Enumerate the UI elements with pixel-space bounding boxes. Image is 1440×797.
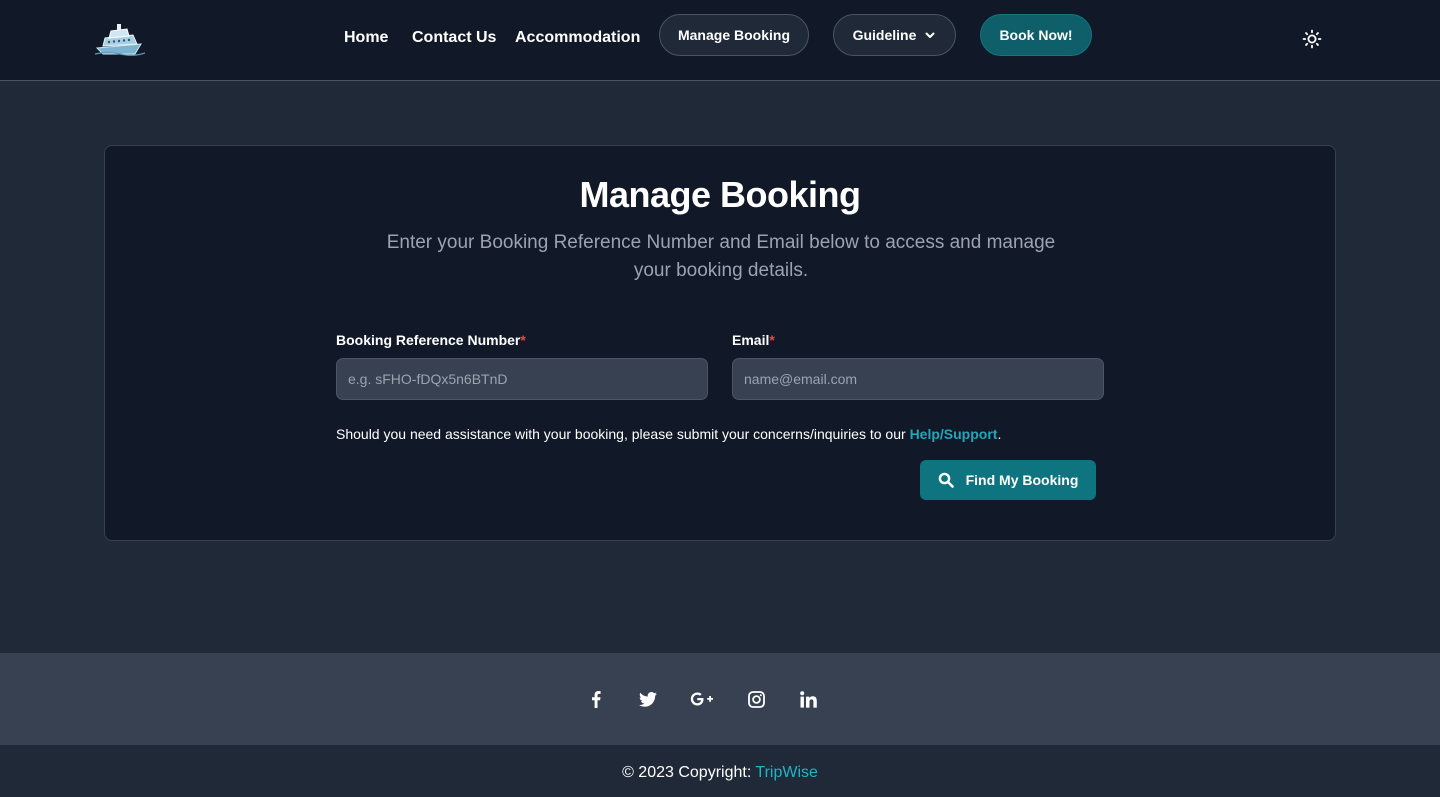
page-subtitle: Enter your Booking Reference Number and … bbox=[386, 232, 1056, 281]
facebook-icon[interactable] bbox=[583, 686, 609, 712]
required-marker: * bbox=[520, 332, 526, 348]
help-text: Should you need assistance with your boo… bbox=[336, 426, 1001, 442]
help-support-link[interactable]: Help/Support bbox=[910, 426, 998, 442]
find-my-booking-label: Find My Booking bbox=[965, 472, 1079, 488]
twitter-icon[interactable] bbox=[635, 686, 661, 712]
manage-booking-button[interactable]: Manage Booking bbox=[659, 14, 809, 56]
cruise-ship-icon[interactable] bbox=[95, 22, 145, 56]
email-label-text: Email bbox=[732, 332, 770, 348]
google-plus-icon[interactable] bbox=[689, 686, 715, 712]
manage-booking-card: Manage Booking Enter your Booking Refere… bbox=[104, 145, 1336, 541]
book-now-label: Book Now! bbox=[999, 27, 1073, 43]
help-text-body: Should you need assistance with your boo… bbox=[336, 426, 910, 442]
social-links-bar bbox=[0, 653, 1440, 745]
chevron-down-icon bbox=[925, 32, 935, 38]
help-text-end: . bbox=[997, 426, 1002, 442]
guideline-dropdown[interactable]: Guideline bbox=[833, 14, 956, 56]
booking-reference-label-text: Booking Reference Number bbox=[336, 332, 521, 348]
copyright-prefix: © 2023 Copyright: bbox=[622, 764, 756, 781]
nav-link-accommodation[interactable]: Accommodation bbox=[515, 29, 640, 47]
manage-booking-label: Manage Booking bbox=[677, 27, 790, 43]
copyright-text: © 2023 Copyright: TripWise bbox=[0, 764, 1440, 782]
page-title: Manage Booking bbox=[579, 174, 861, 215]
copyright-bar: © 2023 Copyright: TripWise bbox=[0, 745, 1440, 797]
find-my-booking-button[interactable]: Find My Booking bbox=[920, 460, 1096, 500]
nav-link-contact-us[interactable]: Contact Us bbox=[412, 29, 496, 47]
linkedin-icon[interactable] bbox=[795, 686, 821, 712]
required-marker: * bbox=[769, 332, 775, 348]
search-icon bbox=[938, 472, 954, 488]
navbar: Home Contact Us Accommodation Manage Boo… bbox=[0, 0, 1440, 81]
booking-reference-input[interactable] bbox=[336, 358, 708, 400]
guideline-label: Guideline bbox=[852, 27, 917, 43]
tripwise-link[interactable]: TripWise bbox=[755, 764, 818, 781]
nav-link-home[interactable]: Home bbox=[344, 29, 388, 47]
book-now-button[interactable]: Book Now! bbox=[980, 14, 1092, 56]
instagram-icon[interactable] bbox=[743, 686, 769, 712]
booking-reference-label: Booking Reference Number* bbox=[336, 332, 526, 348]
email-input[interactable] bbox=[732, 358, 1104, 400]
email-label: Email* bbox=[732, 332, 775, 348]
sun-icon[interactable] bbox=[1302, 29, 1322, 49]
